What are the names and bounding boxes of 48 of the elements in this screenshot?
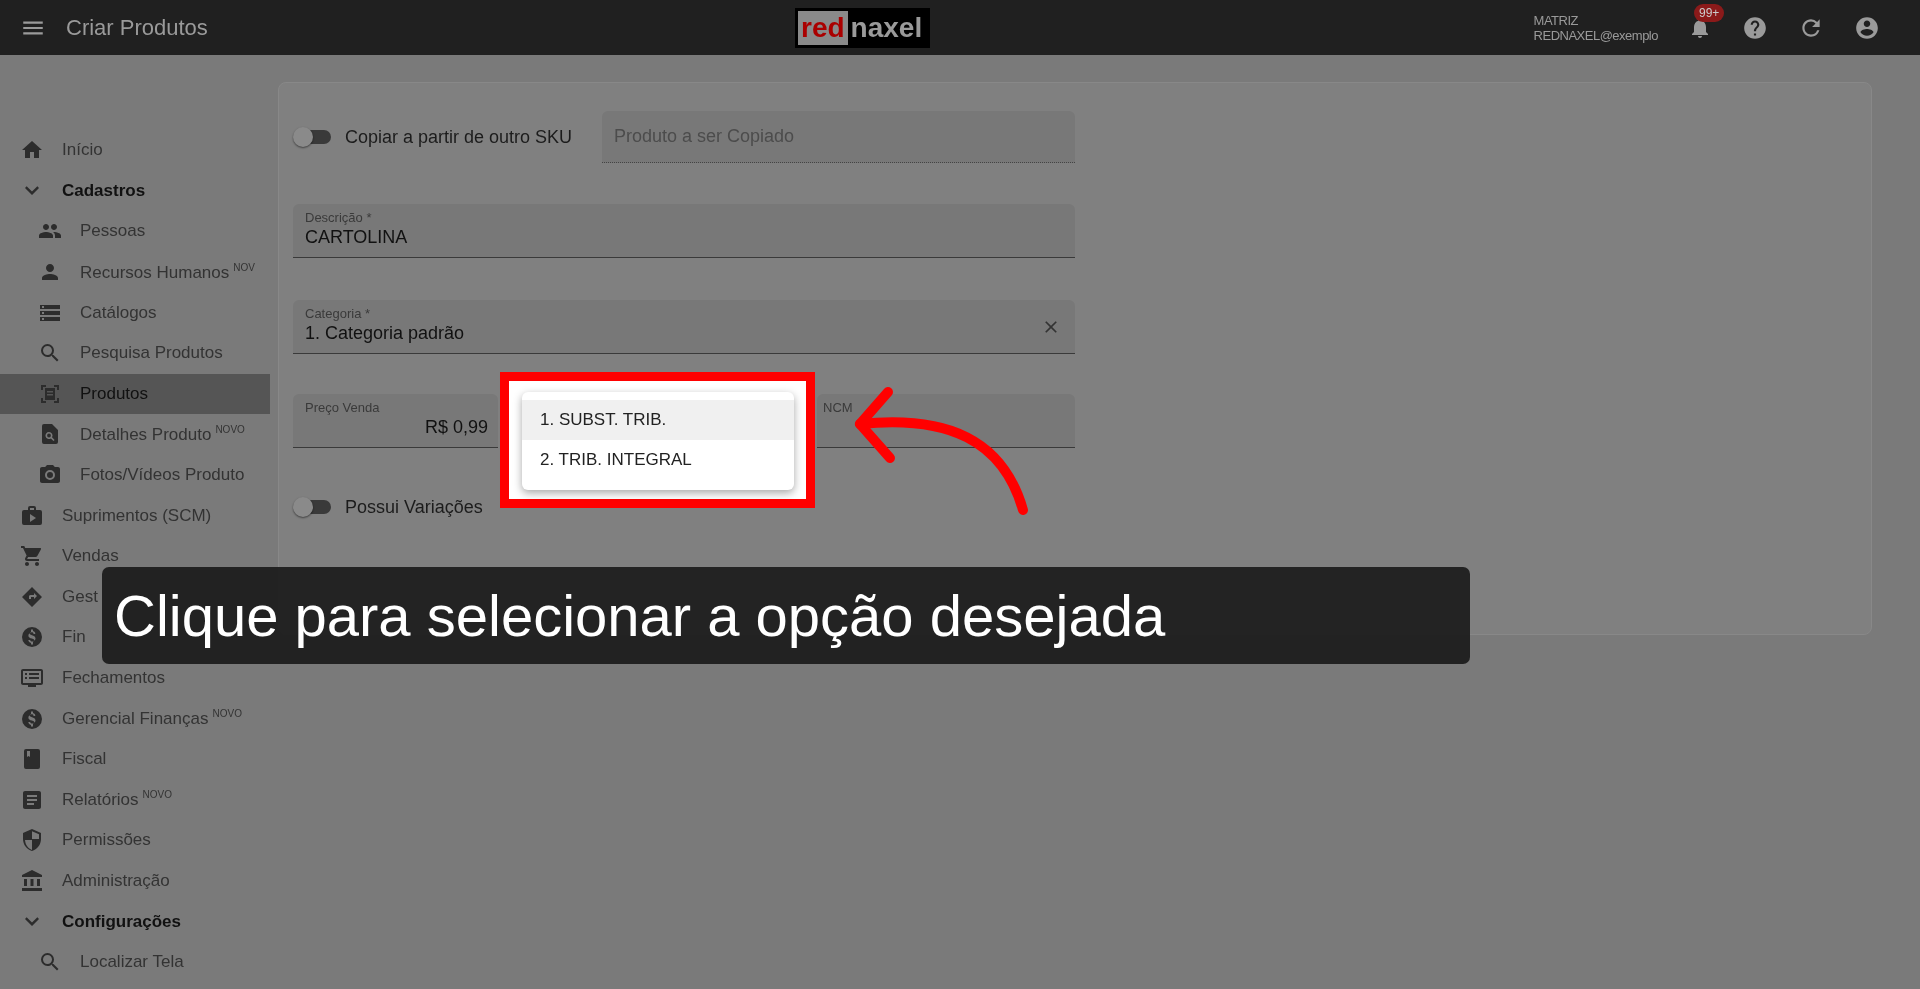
sidebar-item[interactable]: Relatórios $^{NOVO}$	[20, 787, 172, 812]
sidebar-item[interactable]: Localizar Tela	[38, 950, 184, 975]
diamond-arrow-icon	[20, 584, 44, 609]
dollar-coin-icon	[20, 625, 44, 650]
toggle-label: Copiar a partir de outro SKU	[345, 126, 573, 148]
bank-icon	[20, 869, 44, 893]
sidebar-item[interactable]: Permissões	[20, 828, 151, 853]
toggle-switch[interactable]	[295, 130, 331, 144]
sidebar-item[interactable]: Pessoas	[38, 219, 146, 244]
sidebar-item[interactable]: Gest	[20, 584, 98, 609]
sidebar-item[interactable]: Fiscal	[20, 747, 107, 772]
dropdown-option[interactable]: 1. SUBST. TRIB.	[522, 400, 794, 440]
sidebar-item[interactable]: Recursos Humanos $^{NOV}$	[38, 260, 255, 285]
sidebar-item[interactable]: Suprimentos (SCM)	[20, 503, 212, 528]
sidebar-item[interactable]: Fotos/Vídeos Produto	[38, 463, 245, 488]
toggle-label: Possui Variações	[345, 496, 483, 518]
dollar-coin-icon	[20, 706, 44, 731]
sidebar-item[interactable]: Fechamentos	[20, 666, 165, 690]
account-icon[interactable]	[1854, 14, 1880, 41]
sidebar-group[interactable]: Configurações	[20, 909, 182, 934]
sidebar-item[interactable]: Catálogos	[38, 300, 157, 325]
page-title: Criar Produtos	[66, 14, 208, 41]
notification-badge: 99+	[1694, 3, 1725, 22]
input-field[interactable]: Descrição * CARTOLINA	[293, 204, 1075, 258]
sidebar-item[interactable]: Fin	[20, 625, 86, 650]
sidebar-item[interactable]: Início	[20, 138, 103, 163]
cart-icon	[20, 544, 44, 569]
tutorial-tooltip: Clique para selecionar a opção desejada	[102, 567, 1470, 664]
input-field[interactable]: Preço Venda R$ 0,99	[293, 394, 498, 448]
monitor-list-icon	[20, 666, 44, 690]
sidebar-item[interactable]: Vendas	[20, 544, 119, 569]
briefcase-icon	[20, 503, 44, 528]
toggle-switch[interactable]	[295, 500, 331, 514]
chevron-icon	[25, 186, 39, 196]
shield-icon	[20, 828, 44, 853]
chevron-icon	[25, 917, 39, 927]
sidebar-item[interactable]: Detalhes Produto $^{NOVO}$	[38, 422, 245, 447]
sidebar-item[interactable]: Pesquisa Produtos	[38, 341, 223, 366]
sidebar-group[interactable]: Cadastros	[20, 178, 146, 203]
help-icon[interactable]	[1742, 14, 1768, 41]
dropdown-option[interactable]: 2. TRIB. INTEGRAL	[522, 440, 794, 480]
sidebar-item[interactable]: Gerencial Finanças $^{NOVO}$	[20, 706, 242, 731]
sidebar-item[interactable]: Administração	[20, 869, 170, 893]
logo: red naxel	[795, 7, 931, 48]
sidebar-item[interactable]: Produtos	[0, 373, 270, 415]
company-name: MATRIZ	[1533, 12, 1579, 28]
select-field[interactable]: Categoria * 1. Categoria padrão	[293, 300, 1075, 354]
user-email: REDNAXEL@exemplo	[1533, 27, 1658, 43]
